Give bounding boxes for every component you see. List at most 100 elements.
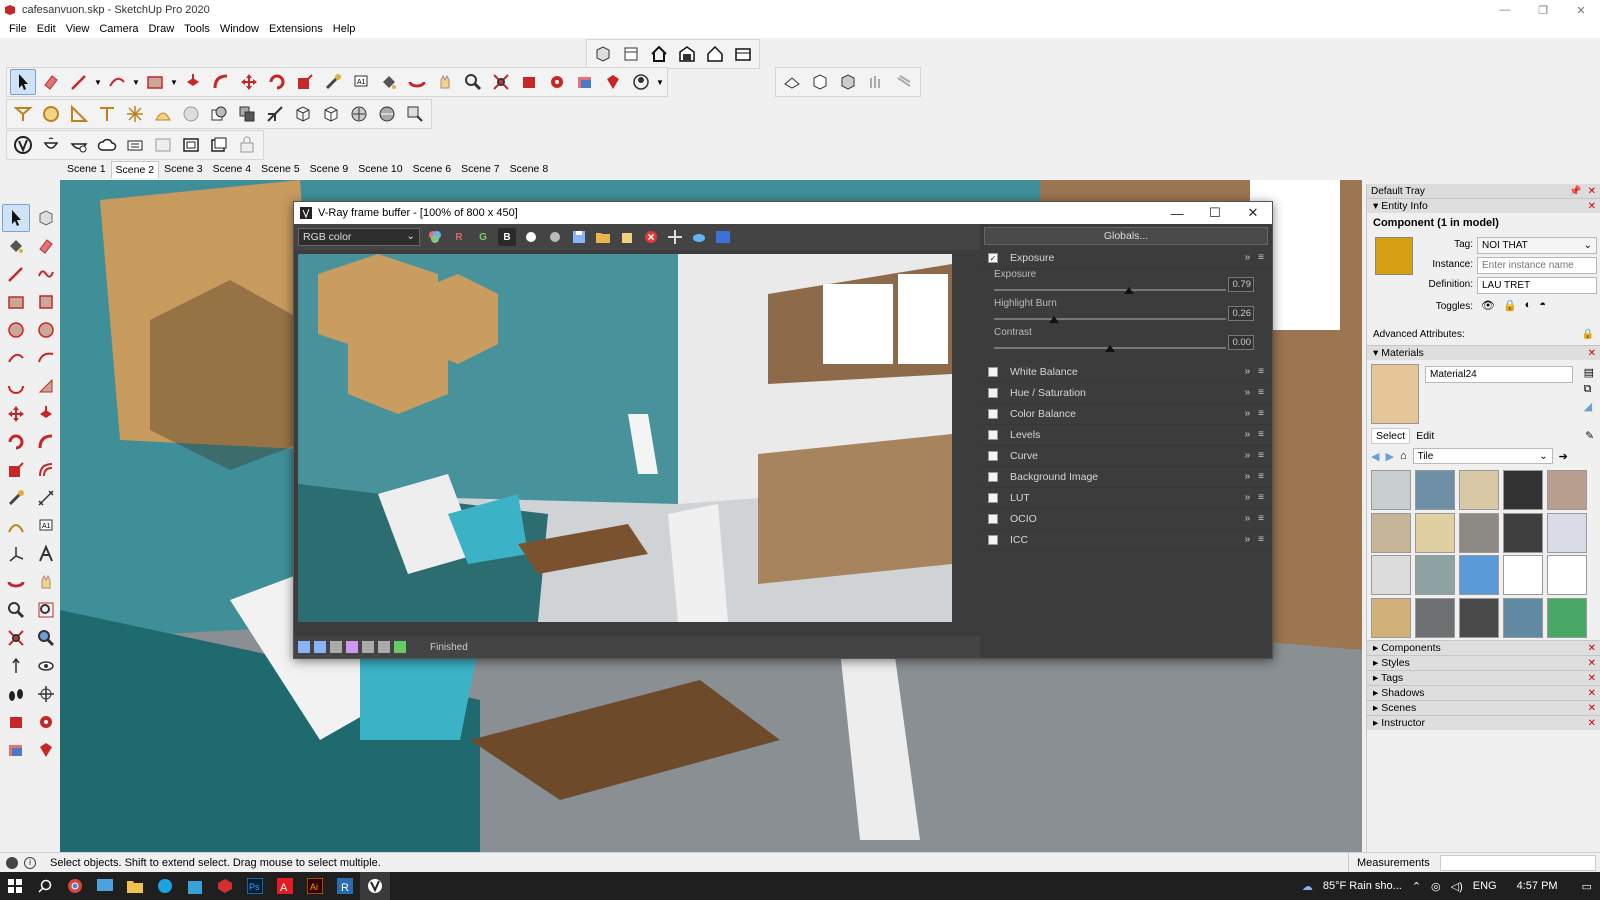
rectangle-tool-icon[interactable] (142, 69, 168, 95)
tone-icon[interactable] (330, 641, 342, 653)
frame-buffer-icon[interactable] (150, 132, 176, 158)
layout-icon[interactable] (2, 736, 30, 764)
minimize-button[interactable]: — (1486, 0, 1524, 20)
menu-icon[interactable]: ≡ (1258, 492, 1264, 503)
slider-knob[interactable] (1123, 287, 1134, 294)
follow-me-icon[interactable] (208, 69, 234, 95)
paint-bucket-icon[interactable] (376, 69, 402, 95)
sketchup-app-icon[interactable] (210, 872, 240, 900)
explode-icon[interactable] (122, 101, 148, 127)
layer-checkbox[interactable] (988, 430, 998, 440)
notification-icon[interactable]: ▭ (1582, 880, 1592, 893)
correction-layer[interactable]: Curve » ≡ (980, 446, 1272, 467)
layer-checkbox[interactable] (988, 535, 998, 545)
2point-arc-icon[interactable] (32, 344, 60, 372)
scale-tool-icon[interactable] (2, 456, 30, 484)
entity-info-header[interactable]: ▾ Entity Info ✕ (1367, 198, 1600, 213)
chrome-icon[interactable] (60, 872, 90, 900)
asset-editor-icon[interactable] (122, 132, 148, 158)
previous-view-icon[interactable] (32, 624, 60, 652)
tray-section-instructor[interactable]: ▸ Instructor ✕ (1367, 715, 1600, 730)
close-button[interactable]: ✕ (1562, 0, 1600, 20)
offset-tool-icon[interactable] (32, 456, 60, 484)
look-around-icon[interactable] (32, 652, 60, 680)
material-swatch-item[interactable] (1371, 470, 1411, 510)
light-gen-icon[interactable] (178, 132, 204, 158)
lock-camera-icon[interactable] (234, 132, 260, 158)
line-dropdown-icon[interactable]: ▼ (94, 69, 102, 95)
select-tool-icon[interactable] (10, 69, 36, 95)
material-swatch-item[interactable] (1415, 555, 1455, 595)
pin-icon[interactable]: 📌 (1569, 186, 1581, 197)
correction-layer[interactable]: ICC » ≡ (980, 530, 1272, 551)
orbit-icon[interactable] (2, 568, 30, 596)
red-channel-button[interactable]: R (450, 228, 468, 246)
union-icon[interactable] (234, 101, 260, 127)
protractor-icon[interactable] (2, 512, 30, 540)
vray-close-button[interactable]: ✕ (1234, 202, 1272, 224)
material-preview[interactable] (1371, 364, 1419, 424)
zoom-window-icon[interactable] (32, 596, 60, 624)
edit-tab[interactable]: Edit (1410, 429, 1440, 443)
correction-layer[interactable]: Hue / Saturation » ≡ (980, 383, 1272, 404)
polygon-tool-icon[interactable] (32, 316, 60, 344)
menu-icon[interactable]: ≡ (1258, 366, 1264, 377)
menu-icon[interactable]: ≡ (1258, 534, 1264, 545)
material-swatch-item[interactable] (1503, 512, 1543, 553)
home-icon[interactable] (646, 41, 672, 67)
drape-icon[interactable] (891, 69, 917, 95)
menu-icon[interactable]: ≡ (1258, 513, 1264, 524)
close-icon[interactable]: ✕ (1588, 348, 1600, 359)
photoshop-icon[interactable]: Ps (240, 872, 270, 900)
close-icon[interactable]: ✕ (1588, 703, 1600, 714)
material-swatch-item[interactable] (1459, 555, 1499, 595)
layer-checkbox[interactable] (988, 493, 998, 503)
windows-start-icon[interactable] (0, 872, 30, 900)
folder-icon[interactable] (594, 228, 612, 246)
make-component-icon[interactable] (32, 204, 60, 232)
material-swatch-item[interactable] (1371, 597, 1411, 638)
pixel-info-icon[interactable] (362, 641, 374, 653)
material-swatch-item[interactable] (1459, 470, 1499, 510)
close-icon[interactable]: ✕ (1588, 643, 1600, 654)
receive-shadow-icon[interactable]: ◓ (1539, 299, 1546, 312)
components-icon[interactable] (590, 41, 616, 67)
push-pull-icon[interactable] (32, 400, 60, 428)
layer-checkbox[interactable] (988, 409, 998, 419)
scene-tab[interactable]: Scene 9 (305, 160, 354, 178)
share-model-icon[interactable] (730, 41, 756, 67)
compare-icon[interactable] (314, 641, 326, 653)
white-circle-icon[interactable] (522, 228, 540, 246)
render-teapot-icon[interactable] (690, 228, 708, 246)
materials-header[interactable]: ▾ Materials ✕ (1367, 345, 1600, 360)
dimension-tool-icon[interactable] (32, 484, 60, 512)
material-swatch[interactable] (1375, 237, 1413, 275)
zoom-icon[interactable] (2, 596, 30, 624)
menu-extensions[interactable]: Extensions (264, 23, 328, 35)
menu-help[interactable]: Help (328, 23, 361, 35)
scene-tab[interactable]: Scene 7 (456, 160, 505, 178)
menu-tools[interactable]: Tools (179, 23, 215, 35)
revit-icon[interactable]: R (330, 872, 360, 900)
green-channel-button[interactable]: G (474, 228, 492, 246)
material-swatch-item[interactable] (1415, 470, 1455, 510)
slider-value-field[interactable]: 0.79 (1228, 277, 1254, 292)
tray-section-shadows[interactable]: ▸ Shadows ✕ (1367, 685, 1600, 700)
3d-text-icon[interactable] (32, 540, 60, 568)
correction-layer[interactable]: OCIO » ≡ (980, 509, 1272, 530)
interactive-render-icon[interactable] (66, 132, 92, 158)
scale-tool-icon[interactable] (292, 69, 318, 95)
illustrator-icon[interactable]: Ai (300, 872, 330, 900)
exposure-checkbox[interactable]: ✓ (988, 253, 998, 263)
lut-icon[interactable] (346, 641, 358, 653)
layer-checkbox[interactable] (988, 514, 998, 524)
correction-layer[interactable]: Levels » ≡ (980, 425, 1272, 446)
measurements-input[interactable] (1440, 855, 1596, 871)
default-material-icon[interactable]: ◢ (1584, 400, 1594, 413)
scene-tab-active[interactable]: Scene 2 (110, 161, 160, 178)
pan-icon[interactable] (432, 69, 458, 95)
section-plane-icon[interactable] (32, 680, 60, 708)
protractor-icon[interactable] (66, 101, 92, 127)
tray-section-components[interactable]: ▸ Components ✕ (1367, 640, 1600, 655)
instance-name-input[interactable] (1477, 257, 1597, 274)
